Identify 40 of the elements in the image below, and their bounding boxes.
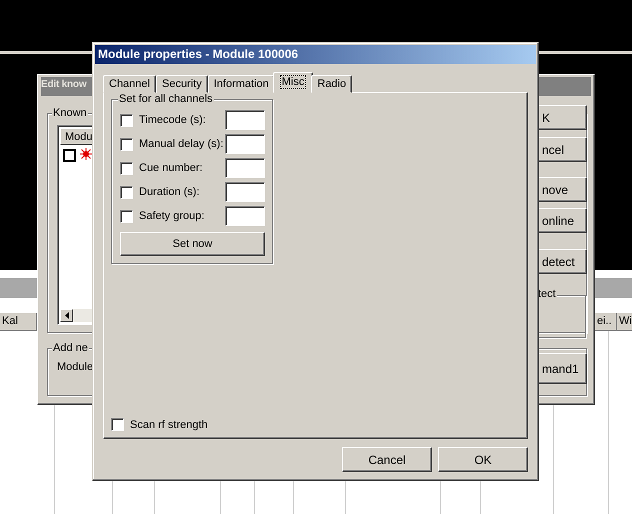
checkbox-label: Scan rf strength — [130, 418, 209, 430]
input-field[interactable] — [225, 134, 265, 154]
dialog-button[interactable]: Cancel — [342, 447, 432, 472]
button[interactable]: nove — [537, 177, 587, 202]
checkbox[interactable] — [111, 418, 124, 431]
checkbox[interactable] — [63, 149, 76, 162]
checkbox[interactable] — [120, 162, 133, 174]
button[interactable]: mand1 — [537, 353, 587, 384]
column-header[interactable]: ei.. — [595, 313, 617, 330]
button[interactable]: detect — [537, 249, 587, 274]
checkbox[interactable] — [120, 114, 133, 126]
checkbox-label: Cue number: — [139, 162, 204, 174]
tab[interactable]: Security — [156, 75, 208, 93]
checkbox-label: Manual delay (s): — [139, 138, 224, 150]
input-field[interactable] — [225, 158, 265, 178]
field-label: Module — [57, 361, 94, 373]
input-field[interactable] — [225, 110, 265, 130]
checkbox-label: Timecode (s): — [139, 114, 207, 126]
window-title: Module properties - Module 100006 — [95, 45, 536, 64]
input-field[interactable] — [225, 182, 265, 202]
checkbox[interactable] — [120, 210, 133, 222]
column-header[interactable]: Kal — [0, 313, 37, 330]
button[interactable]: ncel — [537, 137, 587, 162]
tab[interactable]: Misc — [272, 72, 314, 93]
tab[interactable]: Radio — [311, 75, 352, 93]
scroll-left-button[interactable] — [60, 309, 73, 322]
window-title: Edit know — [41, 79, 86, 90]
tab[interactable]: Information — [208, 75, 275, 93]
button[interactable]: K — [537, 105, 587, 130]
checkbox-label: Duration (s): — [139, 186, 201, 198]
left-arrow-icon — [64, 312, 68, 319]
set-now-button[interactable]: Set now — [120, 232, 265, 256]
checkbox[interactable] — [120, 186, 133, 198]
checkbox[interactable] — [120, 138, 133, 150]
button[interactable]: online — [537, 208, 587, 233]
tab[interactable]: Channel — [103, 75, 156, 93]
input-field[interactable] — [225, 206, 265, 226]
status-icon — [80, 148, 92, 160]
dialog-button[interactable]: OK — [438, 447, 528, 472]
checkbox-label: Safety group: — [139, 210, 206, 222]
